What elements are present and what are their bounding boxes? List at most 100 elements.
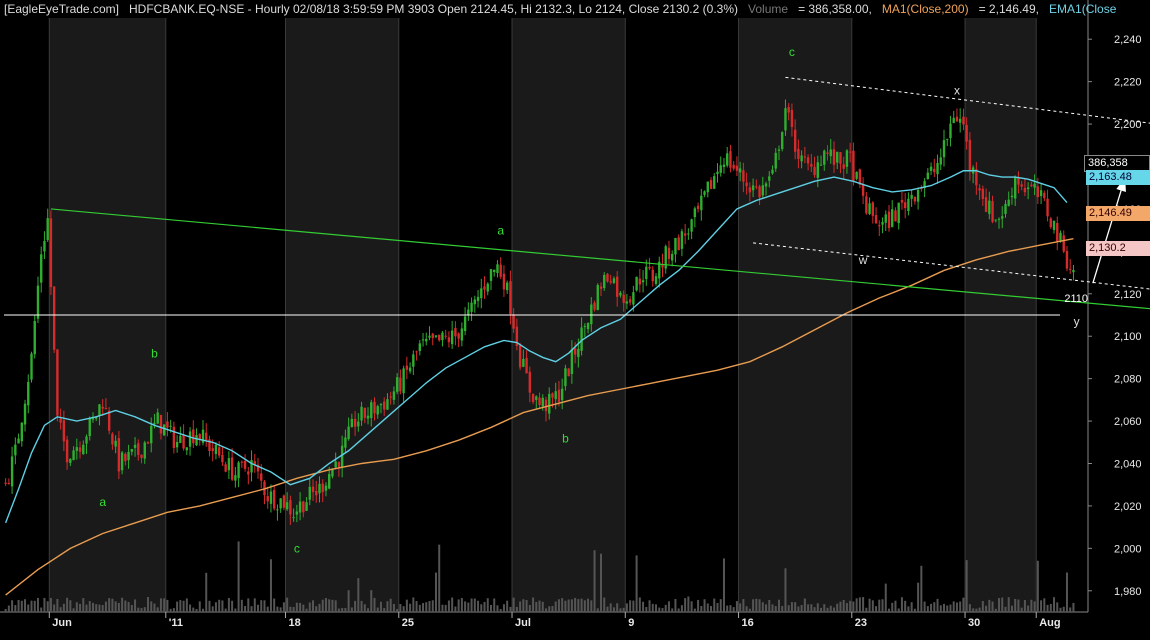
candle-body — [755, 186, 758, 188]
volume-bar — [777, 599, 780, 612]
volume-bar — [49, 598, 52, 612]
y-tick-label: 2,220 — [1114, 77, 1142, 89]
volume-bar — [561, 598, 564, 612]
volume-bar — [185, 598, 188, 612]
volume-bar — [1072, 602, 1075, 612]
volume-bar — [66, 597, 69, 612]
volume-bar — [680, 605, 683, 612]
volume-bar — [169, 608, 172, 612]
candle-body — [907, 198, 910, 211]
candle-body — [431, 333, 434, 338]
candle-body — [615, 276, 619, 297]
volume-bar — [790, 602, 793, 612]
volume-bar — [930, 603, 933, 612]
volume-bar — [434, 572, 437, 612]
candle-body — [874, 215, 878, 224]
candle-body — [1056, 223, 1059, 242]
candle-body — [1069, 268, 1072, 270]
volume-bar — [962, 597, 965, 612]
x-tick-label: 25 — [402, 617, 414, 629]
candle-body — [832, 149, 836, 165]
volume-bar — [587, 598, 590, 612]
volume-bar — [11, 600, 14, 612]
volume-bar — [292, 607, 295, 612]
volume-bar — [635, 555, 638, 612]
volume-bar — [341, 608, 344, 612]
volume-bar — [1014, 598, 1017, 612]
volume-bar — [596, 608, 599, 612]
volume-bar — [376, 607, 379, 612]
candle-body — [395, 377, 399, 392]
candle-body — [302, 501, 305, 513]
volume-bar — [771, 604, 774, 612]
volume-bar — [583, 600, 586, 612]
volume-bar — [881, 599, 884, 612]
candle-body — [777, 149, 781, 151]
volume-bar — [781, 605, 784, 612]
candle-body — [33, 321, 36, 355]
volume-bar — [784, 568, 787, 612]
volume-bar — [638, 597, 641, 612]
volume-bar — [700, 606, 703, 612]
volume-bar — [457, 599, 460, 612]
candle-body — [1004, 203, 1007, 214]
candle-body — [690, 219, 693, 232]
volume-bar — [1036, 560, 1039, 612]
volume-bar — [820, 607, 823, 612]
candle-body — [473, 299, 477, 305]
candle-body — [185, 447, 189, 451]
candle-body — [965, 124, 968, 142]
candle-body — [868, 203, 871, 214]
volume-bar — [755, 598, 758, 612]
volume-bar — [619, 608, 622, 612]
candle-body — [560, 388, 564, 401]
volume-bar — [40, 607, 43, 612]
volume-bar — [677, 608, 680, 612]
candle-body — [143, 442, 146, 459]
candle-body — [933, 168, 936, 173]
volume-bar — [240, 599, 243, 612]
volume-bar — [933, 602, 936, 612]
volume-bar — [454, 606, 457, 612]
candle-body — [23, 403, 27, 425]
volume-bar — [315, 606, 318, 612]
volume-bar — [205, 572, 208, 612]
candle-body — [625, 301, 629, 304]
volume-bar — [405, 599, 408, 612]
volume-bar — [897, 608, 900, 612]
volume-bar — [441, 604, 444, 612]
candle-body — [803, 156, 807, 158]
candle-body — [14, 444, 17, 456]
candle-body — [641, 280, 645, 283]
volume-bar — [95, 604, 98, 612]
volume-bar — [101, 605, 104, 612]
ema-tag: 2,163.48 — [1086, 170, 1150, 185]
candle-body — [1030, 184, 1033, 187]
volume-bar — [1069, 607, 1072, 612]
candle-body — [836, 151, 839, 163]
volume-bar — [328, 599, 331, 612]
candle-body — [493, 269, 496, 273]
candle-body — [415, 351, 418, 353]
candle-body — [166, 421, 169, 428]
candle-body — [955, 116, 959, 122]
volume-bar — [600, 553, 603, 612]
ma-label: MA1(Close,200) — [881, 2, 969, 16]
candle-body — [101, 406, 104, 409]
ma-tag: 2,146.49 — [1086, 206, 1150, 221]
candle-body — [107, 410, 111, 431]
volume-bar — [17, 599, 20, 612]
wave-label-x: x — [954, 83, 960, 97]
volume-bar — [978, 607, 981, 612]
ma-value: = 2,146.49, — [978, 2, 1039, 16]
candle-body — [622, 294, 625, 303]
volume-bar — [33, 600, 36, 612]
candle-body — [20, 422, 23, 442]
volume-bar — [887, 608, 890, 612]
candle-body — [357, 421, 360, 427]
candle-body — [227, 458, 231, 471]
volume-bar — [1004, 606, 1007, 612]
candle-body — [392, 391, 396, 400]
candle-body — [891, 209, 894, 227]
volume-bar — [706, 603, 709, 612]
